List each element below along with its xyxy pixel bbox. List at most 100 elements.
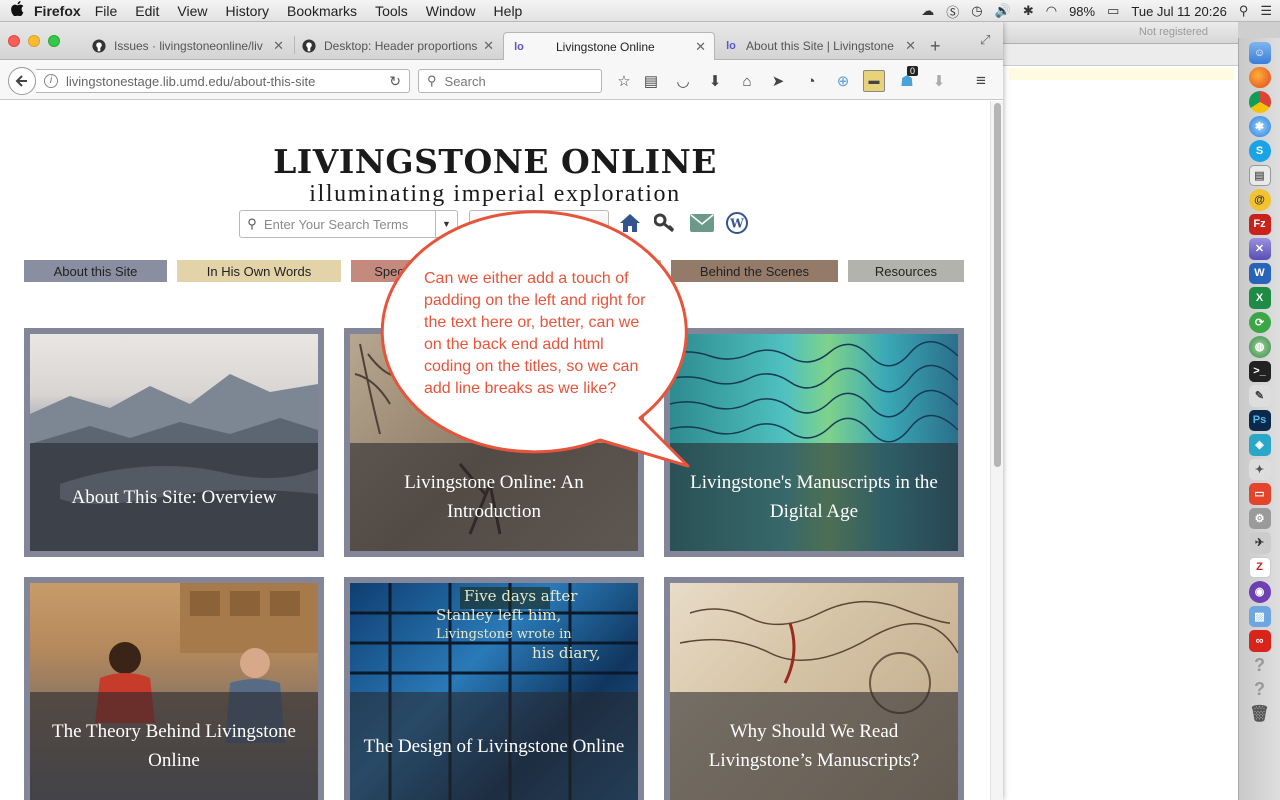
system-prefs-icon[interactable]: ⚙ — [1248, 507, 1271, 529]
close-tab-icon[interactable]: ✕ — [695, 39, 706, 55]
search-options-dropdown[interactable]: ▼ — [435, 211, 457, 237]
filezilla-icon[interactable]: Fz — [1248, 213, 1271, 235]
card-title: About This Site: Overview — [71, 486, 277, 508]
gimp-icon[interactable]: ✦ — [1248, 458, 1271, 480]
creative-cloud-icon[interactable]: ∞ — [1248, 630, 1271, 652]
volume-icon[interactable]: 🔊 — [995, 3, 1011, 19]
zoom-window-button[interactable] — [48, 35, 60, 47]
browse-collection-button[interactable]: Browse Collection ▼ — [469, 210, 609, 238]
nav-resources[interactable]: Resources — [848, 260, 964, 282]
tab-issues[interactable]: Issues · livingstoneonline/liv ✕ — [84, 32, 292, 60]
skype-icon[interactable]: S — [1248, 140, 1271, 162]
spotlight-icon[interactable]: ⚲ — [1239, 3, 1249, 19]
bluetooth-icon[interactable]: ✱ — [1023, 3, 1034, 19]
key-icon[interactable] — [653, 211, 677, 235]
zotero-icon[interactable]: Z — [1248, 556, 1271, 578]
back-button[interactable] — [8, 67, 36, 95]
safari-icon[interactable]: ✱ — [1248, 115, 1271, 137]
page-scrollbar[interactable] — [990, 101, 1003, 800]
card-manuscripts-digital-age[interactable]: Livingstone's Manuscripts in the Digital… — [664, 328, 964, 557]
close-window-button[interactable] — [8, 35, 20, 47]
creative-cloud-status-icon[interactable]: ☁ — [921, 3, 934, 19]
screen-share-icon[interactable]: ▭ — [1248, 483, 1271, 505]
download-status-icon[interactable]: ⬇ — [928, 70, 950, 92]
reading-list-icon[interactable]: ▤ — [640, 70, 662, 92]
skype-status-icon[interactable]: Ⓢ — [946, 2, 959, 21]
vpn-icon[interactable]: ◈ — [1248, 434, 1271, 456]
card-why-read[interactable]: Why Should We Read Livingstone’s Manuscr… — [664, 577, 964, 800]
menu-window[interactable]: Window — [426, 3, 476, 19]
apple-menu-icon[interactable] — [0, 1, 34, 20]
close-tab-icon[interactable]: ✕ — [905, 38, 916, 54]
globe-icon[interactable]: ◍ — [1248, 336, 1271, 358]
nav-about-this-site[interactable]: About this Site — [24, 260, 167, 282]
tab-about-this-site[interactable]: lo About this Site | Livingstone ✕ — [716, 32, 924, 60]
menu-tools[interactable]: Tools — [375, 3, 408, 19]
menu-app-name[interactable]: Firefox — [34, 3, 81, 19]
pocket-icon[interactable]: ◡ — [672, 70, 694, 92]
menu-edit[interactable]: Edit — [135, 3, 159, 19]
excel-icon[interactable]: X — [1248, 287, 1271, 309]
bookmark-star-icon[interactable]: ☆ — [613, 70, 635, 92]
finder-icon[interactable]: ☺ — [1248, 42, 1271, 64]
site-search-input[interactable]: ⚲ Enter Your Search Terms ▼ — [239, 210, 458, 238]
home-icon[interactable] — [618, 211, 642, 235]
preview-image-icon[interactable]: ▨ — [1248, 605, 1271, 627]
wordpress-icon[interactable]: W — [725, 211, 749, 235]
photoshop-icon[interactable]: Ps — [1248, 409, 1271, 431]
notification-extension-icon[interactable]: ☗ 0 — [896, 66, 919, 92]
card-theory[interactable]: The Theory Behind Livingstone Online — [24, 577, 324, 800]
menu-file[interactable]: File — [95, 3, 118, 19]
menu-bookmarks[interactable]: Bookmarks — [287, 3, 357, 19]
preview-icon[interactable]: ▤ — [1248, 164, 1271, 186]
scrollbar-thumb[interactable] — [994, 103, 1001, 467]
tab-livingstone-online[interactable]: lo Livingstone Online ✕ — [503, 32, 715, 60]
tools-icon[interactable]: ✎ — [1248, 385, 1271, 407]
globe-extension-icon[interactable]: ⊕ — [832, 70, 854, 92]
wifi-icon[interactable]: ◠ — [1046, 3, 1057, 19]
unknown-app-icon-1[interactable]: ? — [1249, 655, 1271, 677]
browser-search-input[interactable]: ⚲ Search — [418, 69, 602, 93]
trash-icon[interactable]: 🗑 — [1249, 704, 1271, 726]
fullscreen-icon[interactable]: ⤢ — [980, 32, 990, 48]
home-icon[interactable]: ⌂ — [736, 70, 758, 92]
history-icon[interactable]: ◔ — [800, 70, 822, 92]
battery-icon[interactable]: ▭ — [1107, 3, 1119, 19]
unknown-app-icon-2[interactable]: ? — [1249, 679, 1271, 701]
firefox-icon[interactable] — [1248, 66, 1271, 88]
downloads-icon[interactable]: ⬇ — [704, 70, 726, 92]
chrome-icon[interactable] — [1248, 91, 1271, 113]
menu-view[interactable]: View — [177, 3, 207, 19]
close-tab-icon[interactable]: ✕ — [273, 38, 284, 54]
nav-behind-the-scenes[interactable]: Behind the Scenes — [671, 260, 838, 282]
github-desktop-icon[interactable]: ◉ — [1248, 581, 1271, 603]
ruler-extension-icon[interactable]: ▬ — [863, 70, 885, 92]
tab-desktop-header[interactable]: Desktop: Header proportions ✕ — [294, 32, 502, 60]
menu-help[interactable]: Help — [494, 3, 523, 19]
x11-icon[interactable]: ✕ — [1248, 238, 1271, 260]
send-icon[interactable]: ➤ — [767, 70, 789, 92]
card-about-overview[interactable]: About This Site: Overview — [24, 328, 324, 557]
launchpad-icon[interactable]: ✈ — [1248, 532, 1271, 554]
notification-center-icon[interactable]: ☰ — [1260, 3, 1272, 19]
new-tab-button[interactable]: + — [930, 36, 941, 57]
word-icon[interactable]: W — [1248, 262, 1271, 284]
close-tab-icon[interactable]: ✕ — [483, 38, 494, 54]
site-title[interactable]: LIVINGSTONE ONLINE — [0, 142, 990, 181]
hamburger-menu-icon[interactable]: ≡ — [970, 70, 992, 92]
sync-icon[interactable]: ⟳ — [1248, 311, 1271, 333]
menubar-clock[interactable]: Tue Jul 11 20:26 — [1131, 4, 1226, 19]
card-design[interactable]: Five days after Stanley left him, Living… — [344, 577, 644, 800]
nav-in-his-own-words[interactable]: In His Own Words — [177, 260, 341, 282]
webpage: LIVINGSTONE ONLINE illuminating imperial… — [0, 101, 990, 800]
mail-icon[interactable]: @ — [1248, 189, 1271, 211]
reload-icon[interactable]: ↻ — [389, 73, 401, 90]
time-machine-icon[interactable]: ◷ — [971, 3, 982, 19]
minimize-window-button[interactable] — [28, 35, 40, 47]
editor-area[interactable] — [1003, 66, 1238, 800]
url-bar[interactable]: i livingstonestage.lib.umd.edu/about-thi… — [36, 69, 410, 93]
site-info-icon[interactable]: i — [44, 74, 58, 88]
email-icon[interactable] — [690, 211, 714, 235]
menu-history[interactable]: History — [225, 3, 269, 19]
terminal-icon[interactable]: >_ — [1248, 360, 1271, 382]
